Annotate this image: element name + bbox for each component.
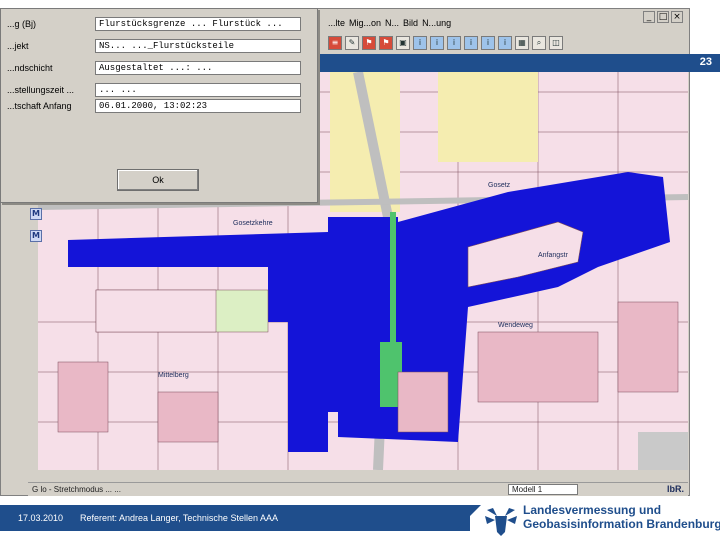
info-icon[interactable]: i [464, 36, 478, 50]
measure-tool-button[interactable]: M [30, 208, 42, 220]
dialog-row-value[interactable]: Ausgestaltet ...: ... [95, 61, 301, 75]
table-icon[interactable]: ▦ [515, 36, 529, 50]
layer-icon[interactable]: ≡ [328, 36, 342, 50]
info-icon[interactable]: i [481, 36, 495, 50]
info-icon[interactable]: i [498, 36, 512, 50]
org-name-line1: Landesvermessung und [523, 503, 662, 517]
status-bar: G lo - Stretchmodus ... ... Modell 1 lbR… [28, 482, 688, 496]
edit-icon[interactable]: ✎ [345, 36, 359, 50]
dialog-row: ...g (Bj) Flurstücksgrenze ... Flurstück… [1, 17, 319, 33]
menu-item[interactable]: Mig...on [349, 18, 381, 32]
status-text: G lo - Stretchmodus ... ... [32, 485, 121, 494]
dialog-row-value[interactable]: Flurstücksgrenze ... Flurstück ... [95, 17, 301, 31]
slide-number: 23 [699, 56, 712, 68]
dialog-row-label: ...g (Bj) [7, 19, 37, 29]
map-label: Wendeweg [498, 322, 533, 329]
measure-tool-button[interactable]: M [30, 230, 42, 242]
dialog-row: ...jekt NS... ..._Flurstücksteile [1, 39, 319, 55]
flag-icon[interactable]: ⚑ [379, 36, 393, 50]
dialog-row-label: ...tschaft Anfang [7, 101, 72, 111]
menu-item[interactable]: ...lte [328, 18, 345, 32]
org-name: Landesvermessung und Geobasisinformation… [523, 503, 720, 531]
app-logo: lbR. [667, 484, 684, 494]
map-label: Gosetz [488, 182, 511, 189]
toolbar: ≡ ✎ ⚑ ⚑ ▣ i i i i i i ▦ ⌕ ◫ [328, 36, 658, 52]
side-tool-strip: M M [30, 208, 42, 242]
grey-lot [638, 432, 688, 470]
parcel [95, 289, 217, 333]
info-icon[interactable]: i [413, 36, 427, 50]
info-icon[interactable]: i [430, 36, 444, 50]
footer-date: 17.03.2010 [18, 513, 64, 523]
yellow-area [438, 72, 538, 162]
dialog-row-label: ...stellungszeit ... [7, 85, 75, 95]
info-icon[interactable]: i [447, 36, 461, 50]
menu-item[interactable]: N... [385, 18, 399, 32]
eagle-logo-icon [485, 508, 517, 536]
minimize-button[interactable]: _ [643, 11, 655, 23]
menu-item[interactable]: Bild [403, 18, 418, 32]
map-label: Mittelberg [158, 372, 189, 379]
footer-wedge [455, 505, 481, 531]
dialog-row: ...tschaft Anfang 06.01.2000, 13:02:23 [1, 99, 319, 115]
dialog-row-value[interactable]: ... ... [95, 83, 301, 97]
map-icon[interactable]: ◫ [549, 36, 563, 50]
dialog-row: ...stellungszeit ... ... ... [1, 83, 319, 99]
close-button[interactable]: × [671, 11, 683, 23]
window-controls: _ □ × [643, 11, 683, 23]
dialog-row: ...ndschicht Ausgestaltet ...: ... [1, 61, 319, 77]
map-label: Gosetzkehre [233, 220, 273, 227]
org-name-line2: Geobasisinformation Brandenburg [523, 517, 720, 531]
footer-referent: Referent: Andrea Langer, Technische Stel… [80, 513, 278, 523]
menu-item[interactable]: N...ung [422, 18, 451, 32]
menu-bar: ...lte Mig...on N... Bild N...ung [328, 18, 451, 32]
zoom-icon[interactable]: ⌕ [532, 36, 546, 50]
dialog-row-label: ...ndschicht [7, 63, 53, 73]
maximize-button[interactable]: □ [657, 11, 669, 23]
green-area [390, 212, 396, 342]
dialog-row-value[interactable]: 06.01.2000, 13:02:23 [95, 99, 301, 113]
dialog-row-label: ...jekt [7, 41, 29, 51]
select-icon[interactable]: ▣ [396, 36, 410, 50]
flag-icon[interactable]: ⚑ [362, 36, 376, 50]
scale-field[interactable]: Modell 1 [508, 484, 578, 495]
map-label: Anfangstr [538, 252, 568, 259]
properties-dialog: ...g (Bj) Flurstücksgrenze ... Flurstück… [0, 8, 318, 203]
ok-button[interactable]: Ok [117, 169, 199, 191]
dialog-row-value[interactable]: NS... ..._Flurstücksteile [95, 39, 301, 53]
